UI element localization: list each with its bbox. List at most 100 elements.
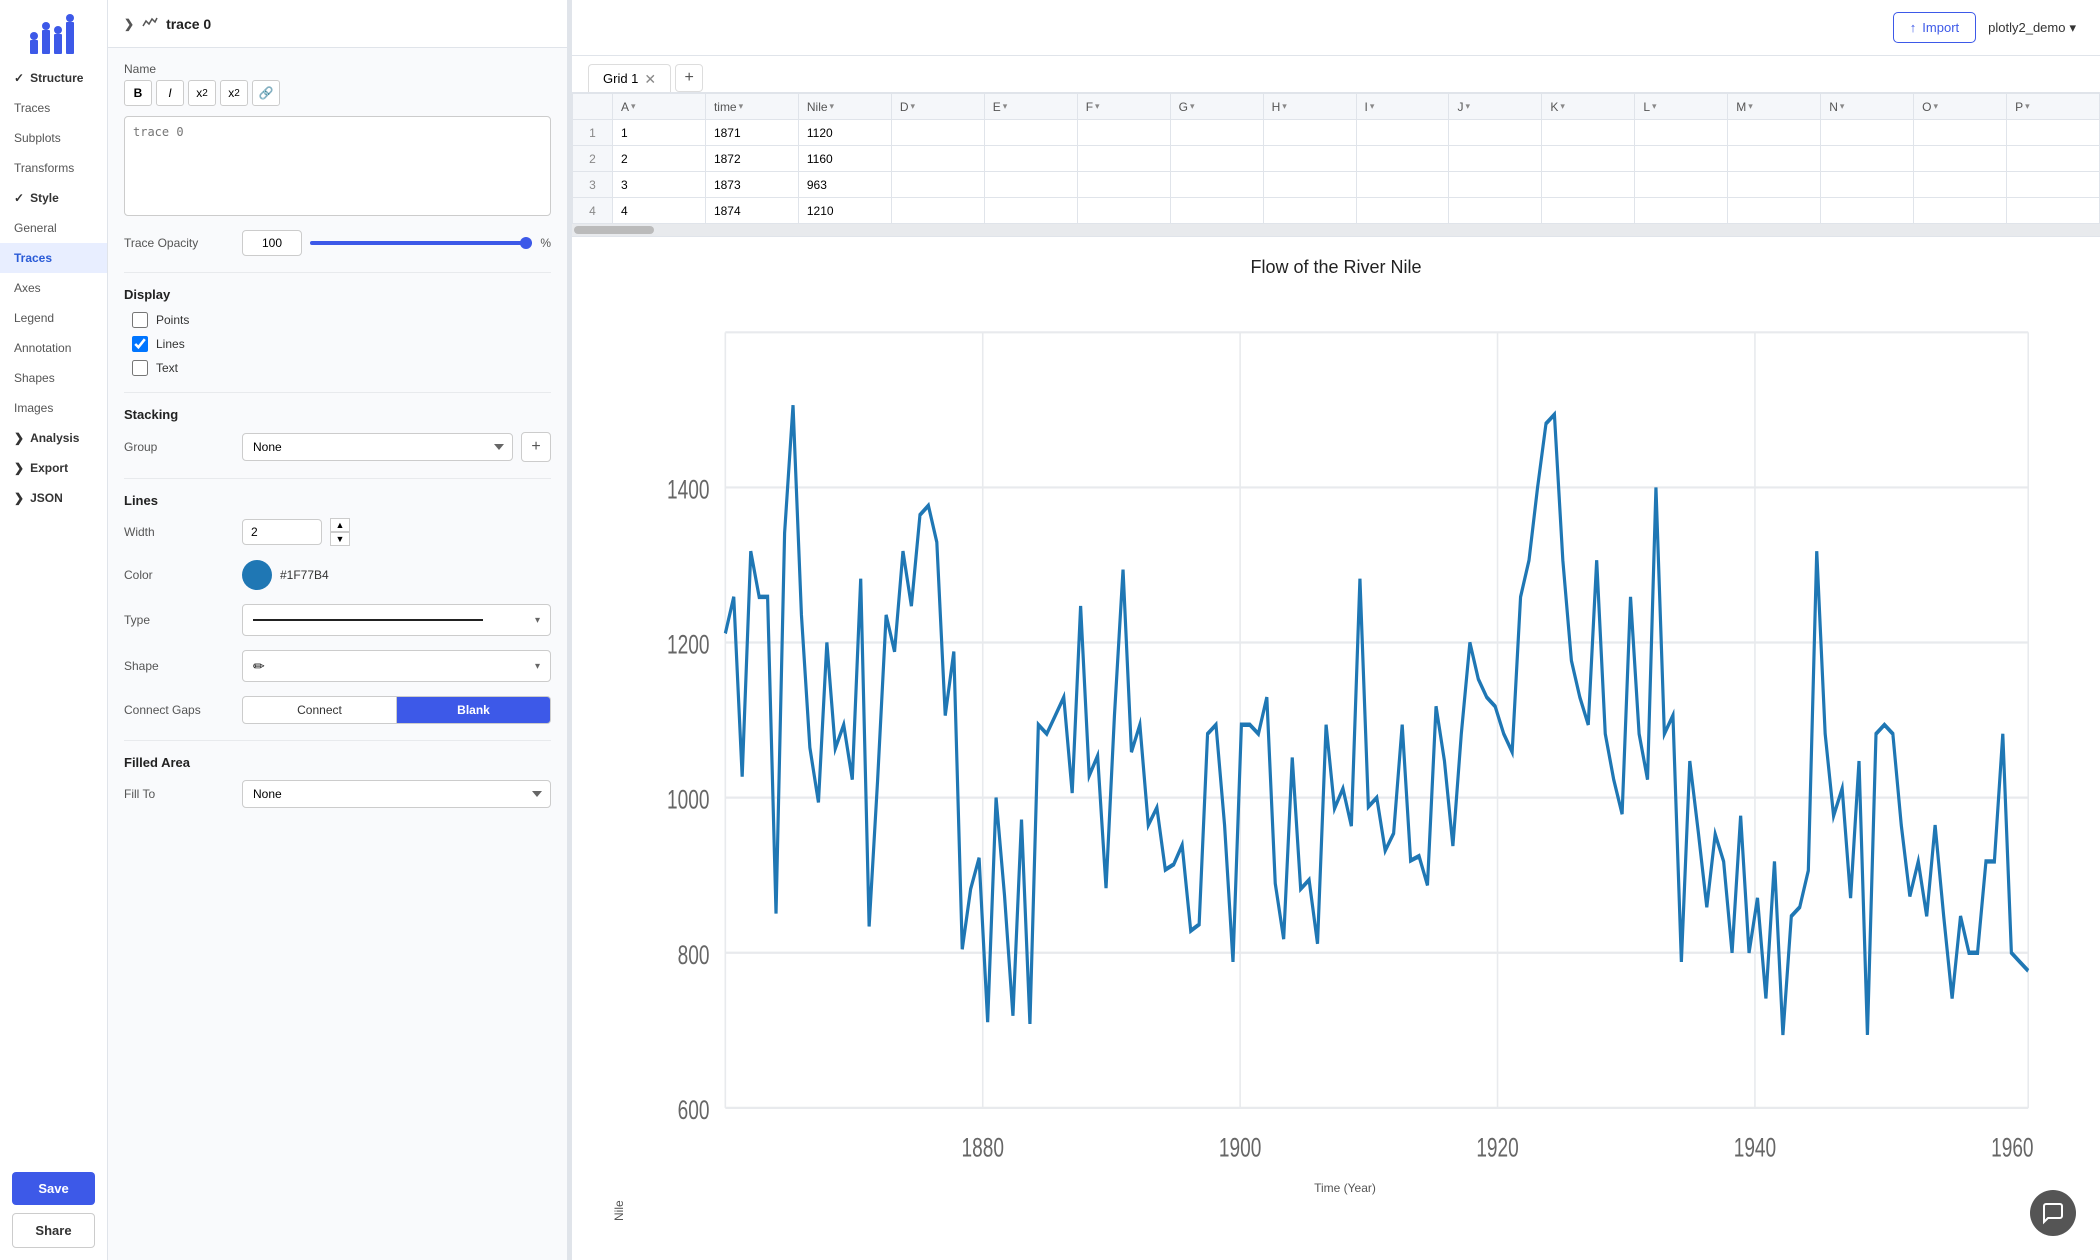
cell-k[interactable] bbox=[1542, 120, 1635, 146]
cell-row[interactable]: 2 bbox=[573, 146, 613, 172]
cell-p[interactable] bbox=[2007, 172, 2100, 198]
opacity-input[interactable] bbox=[242, 230, 302, 256]
cell-l[interactable] bbox=[1635, 146, 1728, 172]
cell-j[interactable] bbox=[1449, 198, 1542, 224]
cell-j[interactable] bbox=[1449, 172, 1542, 198]
cell-a[interactable]: 1 bbox=[613, 120, 706, 146]
cell-f[interactable] bbox=[1077, 120, 1170, 146]
line-width-up[interactable]: ▲ bbox=[330, 518, 350, 532]
cell-e[interactable] bbox=[984, 172, 1077, 198]
display-text-checkbox[interactable] bbox=[132, 360, 148, 376]
cell-l[interactable] bbox=[1635, 120, 1728, 146]
col-header-A[interactable]: A▾ bbox=[613, 94, 706, 120]
sidebar-export[interactable]: ❯ Export bbox=[0, 453, 107, 483]
cell-i[interactable] bbox=[1356, 172, 1449, 198]
line-color-swatch[interactable] bbox=[242, 560, 272, 590]
cell-e[interactable] bbox=[984, 146, 1077, 172]
cell-i[interactable] bbox=[1356, 120, 1449, 146]
trace-name-input[interactable] bbox=[124, 116, 551, 216]
cell-j[interactable] bbox=[1449, 120, 1542, 146]
stacking-group-select[interactable]: None bbox=[242, 433, 513, 461]
col-header-L[interactable]: L▾ bbox=[1635, 94, 1728, 120]
cell-k[interactable] bbox=[1542, 198, 1635, 224]
opacity-slider[interactable] bbox=[310, 241, 532, 245]
cell-h[interactable] bbox=[1263, 198, 1356, 224]
cell-o[interactable] bbox=[1914, 198, 2007, 224]
sidebar-item-shapes[interactable]: Shapes bbox=[0, 363, 107, 393]
cell-m[interactable] bbox=[1728, 198, 1821, 224]
cell-m[interactable] bbox=[1728, 120, 1821, 146]
col-header-nile[interactable]: Nile▾ bbox=[798, 94, 891, 120]
cell-nile[interactable]: 963 bbox=[798, 172, 891, 198]
cell-g[interactable] bbox=[1170, 172, 1263, 198]
cell-f[interactable] bbox=[1077, 172, 1170, 198]
cell-time[interactable]: 1874 bbox=[705, 198, 798, 224]
cell-d[interactable] bbox=[891, 146, 984, 172]
cell-m[interactable] bbox=[1728, 146, 1821, 172]
grid-scroll-thumb[interactable] bbox=[574, 226, 654, 234]
col-header-D[interactable]: D▾ bbox=[891, 94, 984, 120]
display-points-checkbox[interactable] bbox=[132, 312, 148, 328]
cell-row[interactable]: 1 bbox=[573, 120, 613, 146]
cell-f[interactable] bbox=[1077, 146, 1170, 172]
cell-k[interactable] bbox=[1542, 146, 1635, 172]
cell-p[interactable] bbox=[2007, 198, 2100, 224]
sidebar-item-legend[interactable]: Legend bbox=[0, 303, 107, 333]
cell-a[interactable]: 2 bbox=[613, 146, 706, 172]
cell-k[interactable] bbox=[1542, 172, 1635, 198]
cell-n[interactable] bbox=[1821, 146, 1914, 172]
line-width-input[interactable] bbox=[242, 519, 322, 545]
trace-collapse-chevron[interactable]: ❯ bbox=[124, 17, 134, 31]
sidebar-item-annotation[interactable]: Annotation bbox=[0, 333, 107, 363]
blank-button[interactable]: Blank bbox=[397, 696, 551, 724]
cell-p[interactable] bbox=[2007, 146, 2100, 172]
cell-h[interactable] bbox=[1263, 120, 1356, 146]
col-header-K[interactable]: K▾ bbox=[1542, 94, 1635, 120]
cell-i[interactable] bbox=[1356, 146, 1449, 172]
line-type-dropdown[interactable]: ▾ bbox=[242, 604, 551, 636]
cell-h[interactable] bbox=[1263, 146, 1356, 172]
grid-tab-1[interactable]: Grid 1 ✕ bbox=[588, 64, 671, 92]
cell-f[interactable] bbox=[1077, 198, 1170, 224]
cell-row[interactable]: 4 bbox=[573, 198, 613, 224]
col-header-M[interactable]: M▾ bbox=[1728, 94, 1821, 120]
connect-button[interactable]: Connect bbox=[242, 696, 397, 724]
cell-o[interactable] bbox=[1914, 172, 2007, 198]
sidebar-style[interactable]: ✓ Style bbox=[0, 183, 107, 213]
grid-tab-add-button[interactable]: + bbox=[675, 64, 703, 92]
cell-l[interactable] bbox=[1635, 198, 1728, 224]
cell-h[interactable] bbox=[1263, 172, 1356, 198]
display-lines-checkbox[interactable] bbox=[132, 336, 148, 352]
line-width-down[interactable]: ▼ bbox=[330, 532, 350, 546]
col-header-N[interactable]: N▾ bbox=[1821, 94, 1914, 120]
cell-i[interactable] bbox=[1356, 198, 1449, 224]
line-shape-dropdown[interactable]: ✏ ▾ bbox=[242, 650, 551, 682]
cell-d[interactable] bbox=[891, 120, 984, 146]
grid-scroll-track[interactable] bbox=[572, 224, 2100, 236]
cell-p[interactable] bbox=[2007, 120, 2100, 146]
share-button[interactable]: Share bbox=[12, 1213, 95, 1248]
cell-g[interactable] bbox=[1170, 120, 1263, 146]
cell-e[interactable] bbox=[984, 198, 1077, 224]
cell-j[interactable] bbox=[1449, 146, 1542, 172]
user-account[interactable]: plotly2_demo ▾ bbox=[1988, 20, 2076, 36]
save-button[interactable]: Save bbox=[12, 1172, 95, 1205]
fill-to-select[interactable]: None bbox=[242, 780, 551, 808]
cell-o[interactable] bbox=[1914, 120, 2007, 146]
sidebar-json[interactable]: ❯ JSON bbox=[0, 483, 107, 513]
subscript-button[interactable]: x2 bbox=[188, 80, 216, 106]
cell-time[interactable]: 1872 bbox=[705, 146, 798, 172]
cell-e[interactable] bbox=[984, 120, 1077, 146]
grid-tab-close[interactable]: ✕ bbox=[644, 72, 656, 86]
cell-g[interactable] bbox=[1170, 146, 1263, 172]
sidebar-structure[interactable]: ✓ Structure bbox=[0, 63, 107, 93]
cell-o[interactable] bbox=[1914, 146, 2007, 172]
sidebar-item-general[interactable]: General bbox=[0, 213, 107, 243]
sidebar-item-traces-style[interactable]: Traces bbox=[0, 243, 107, 273]
cell-n[interactable] bbox=[1821, 172, 1914, 198]
sidebar-item-subplots[interactable]: Subplots bbox=[0, 123, 107, 153]
col-header-time[interactable]: time▾ bbox=[705, 94, 798, 120]
cell-m[interactable] bbox=[1728, 172, 1821, 198]
cell-a[interactable]: 3 bbox=[613, 172, 706, 198]
sidebar-item-transforms[interactable]: Transforms bbox=[0, 153, 107, 183]
